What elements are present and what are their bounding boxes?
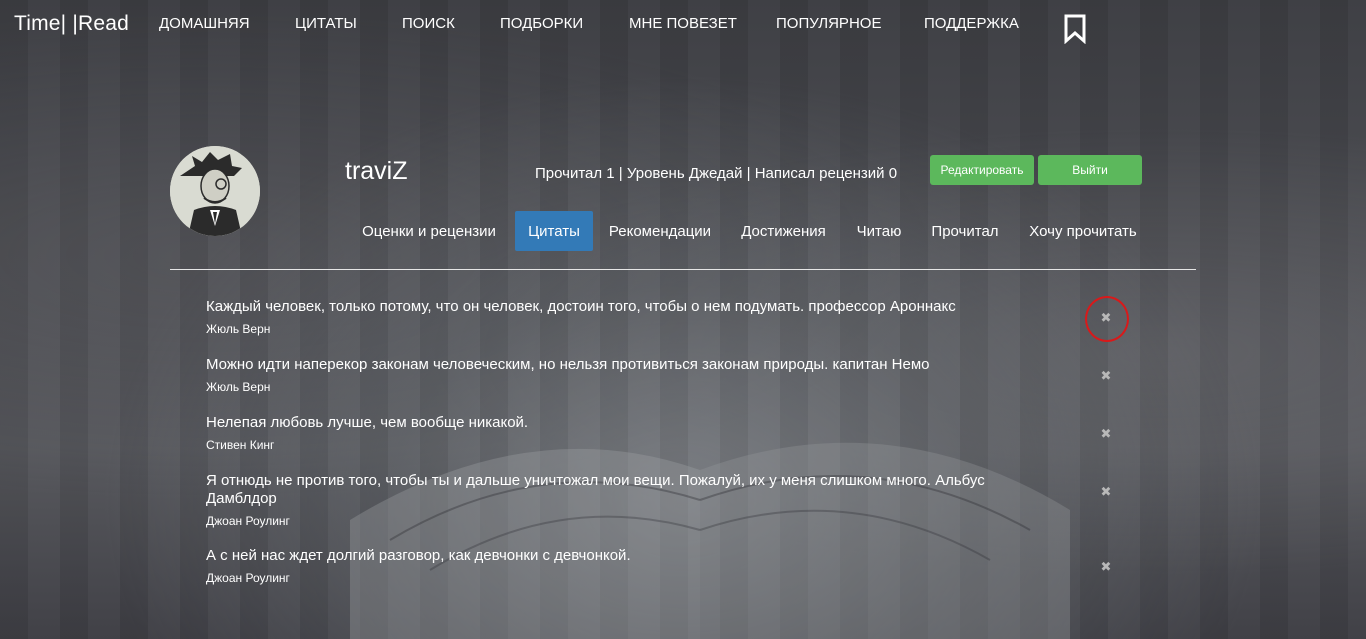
tab-ratings-reviews[interactable]: Оценки и рецензии — [349, 211, 509, 251]
nav-item-quotes[interactable]: ЦИТАТЫ — [295, 15, 357, 32]
avatar — [170, 146, 260, 236]
nav-item-search[interactable]: ПОИСК — [402, 15, 455, 32]
tab-read[interactable]: Прочитал — [922, 211, 1008, 251]
delete-quote-icon[interactable]: ✖ — [1099, 311, 1113, 325]
edit-profile-button[interactable]: Редактировать — [930, 155, 1034, 185]
tab-achievements[interactable]: Достижения — [730, 211, 837, 251]
quote-author[interactable]: Стивен Кинг — [206, 438, 1006, 452]
nav-item-home[interactable]: ДОМАШНЯЯ — [159, 15, 250, 32]
delete-quote-icon[interactable]: ✖ — [1099, 427, 1113, 441]
bookmark-icon[interactable] — [1063, 14, 1087, 44]
list-item: А с ней нас ждет долгий разговор, как де… — [206, 547, 1006, 585]
quote-author[interactable]: Джоан Роулинг — [206, 571, 1006, 585]
delete-quote-icon[interactable]: ✖ — [1099, 369, 1113, 383]
top-navbar: Time| |Read ДОМАШНЯЯ ЦИТАТЫ ПОИСК ПОДБОР… — [0, 0, 1366, 50]
delete-quote-icon[interactable]: ✖ — [1099, 485, 1113, 499]
list-item: Нелепая любовь лучше, чем вообще никакой… — [206, 414, 1006, 452]
nav-item-lucky[interactable]: МНЕ ПОВЕЗЕТ — [629, 15, 737, 32]
list-item: Я отнюдь не против того, чтобы ты и даль… — [206, 472, 1006, 528]
avatar-illustration — [170, 146, 260, 236]
list-item: Каждый человек, только потому, что он че… — [206, 298, 1006, 336]
list-item: Можно идти наперекор законам человечески… — [206, 356, 1006, 394]
delete-quote-icon[interactable]: ✖ — [1099, 560, 1113, 574]
profile-stats: Прочитал 1 | Уровень Джедай | Написал ре… — [535, 165, 898, 182]
tab-recommendations[interactable]: Рекомендации — [600, 211, 720, 251]
quote-text: Можно идти наперекор законам человечески… — [206, 356, 930, 373]
section-divider — [170, 269, 1196, 270]
tab-want-to-read[interactable]: Хочу прочитать — [1017, 211, 1149, 251]
quote-author[interactable]: Джоан Роулинг — [206, 514, 1006, 528]
tab-reading[interactable]: Читаю — [846, 211, 912, 251]
logout-button[interactable]: Выйти — [1038, 155, 1142, 185]
nav-item-support[interactable]: ПОДДЕРЖКА — [924, 15, 1019, 32]
nav-item-popular[interactable]: ПОПУЛЯРНОЕ — [776, 15, 881, 32]
quote-author[interactable]: Жюль Верн — [206, 380, 1006, 394]
nav-item-collections[interactable]: ПОДБОРКИ — [500, 15, 583, 32]
quote-text: Я отнюдь не против того, чтобы ты и даль… — [206, 472, 985, 507]
brand-logo[interactable]: Time| |Read — [14, 12, 129, 36]
quote-author[interactable]: Жюль Верн — [206, 322, 1006, 336]
quote-text: Нелепая любовь лучше, чем вообще никакой… — [206, 414, 529, 431]
quote-text: Каждый человек, только потому, что он че… — [206, 298, 956, 315]
quote-text: А с ней нас ждет долгий разговор, как де… — [206, 547, 631, 564]
tab-quotes[interactable]: Цитаты — [515, 211, 593, 251]
profile-username: traviZ — [345, 157, 408, 185]
